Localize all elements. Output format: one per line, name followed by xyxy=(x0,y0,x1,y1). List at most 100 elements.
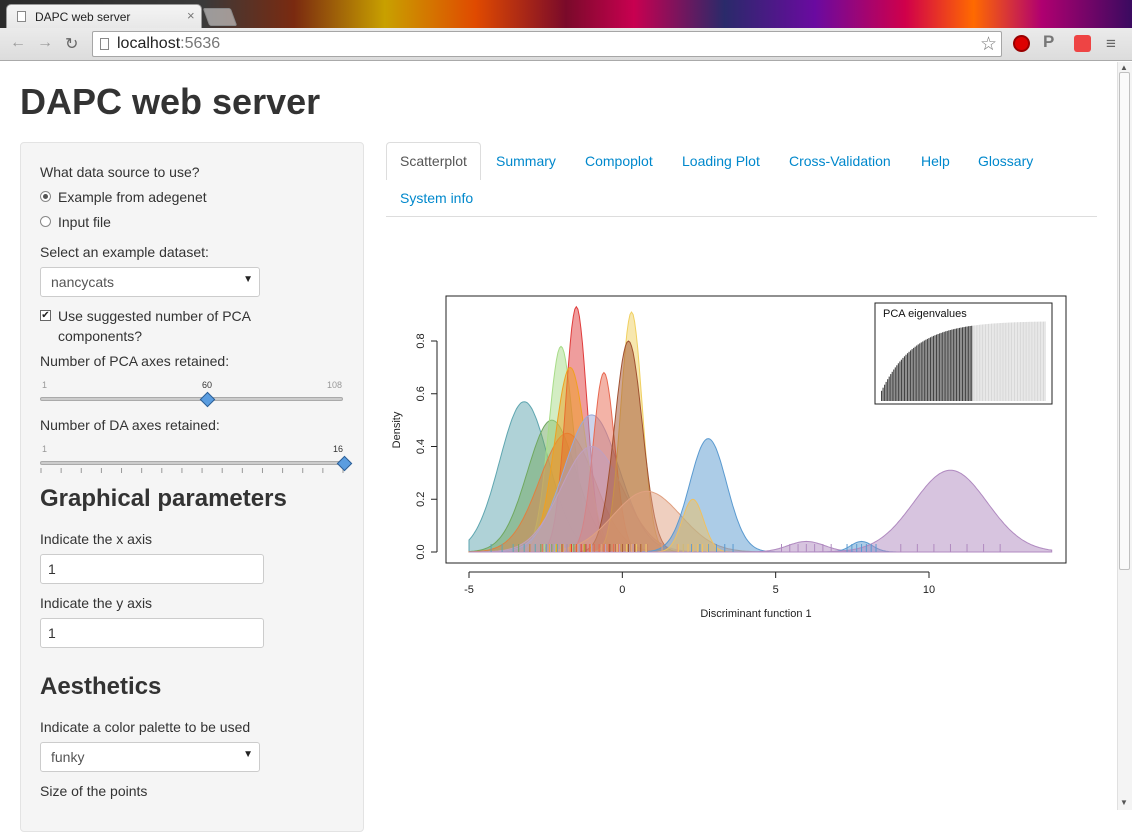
radio-input-file[interactable] xyxy=(40,216,51,227)
eigenvalue-bar xyxy=(955,328,957,401)
eigenvalue-bar xyxy=(1015,322,1017,401)
eigenvalue-bar xyxy=(987,323,990,401)
eigenvalue-bar xyxy=(951,329,953,401)
eigenvalue-bar xyxy=(1000,323,1002,401)
dataset-select[interactable]: nancycats ▼ xyxy=(40,267,260,297)
eigenvalue-bar xyxy=(994,323,996,401)
eigenvalue-bar xyxy=(1027,321,1029,401)
eigenvalue-bar xyxy=(923,340,925,401)
eigenvalue-bar xyxy=(916,345,918,401)
address-bar[interactable]: localhost:5636 ☆ xyxy=(92,31,1002,57)
eigenvalue-bar xyxy=(957,328,959,401)
eigenvalue-bar xyxy=(906,353,909,401)
eigenvalue-bar xyxy=(1039,321,1042,401)
tab-help[interactable]: Help xyxy=(921,153,950,169)
x-axis-label: Indicate the x axis xyxy=(40,531,153,547)
radio-example[interactable] xyxy=(40,191,51,202)
suggest-pca-checkbox[interactable]: ✔ xyxy=(40,310,51,321)
eigenvalue-bar xyxy=(958,327,961,401)
eigenvalue-bar xyxy=(966,326,968,401)
browser-tab-strip: DAPC web server × xyxy=(0,0,1132,28)
eigenvalue-bar xyxy=(972,325,974,401)
pca-slider-track[interactable] xyxy=(40,397,343,401)
tab-summary[interactable]: Summary xyxy=(496,153,556,169)
scroll-up-icon[interactable]: ▲ xyxy=(1120,63,1128,72)
eigenvalue-bar xyxy=(1038,321,1040,401)
y-tick-label: 0.2 xyxy=(415,492,427,507)
eigenvalue-bar xyxy=(975,325,977,401)
scatterplot-chart: -5 0 5 10 Discriminant function 1 0.0 0.2 0.4 0.… xyxy=(391,295,1067,620)
tab-glossary[interactable]: Glossary xyxy=(978,153,1033,169)
eigenvalue-bar xyxy=(984,324,987,401)
eigenvalue-bar xyxy=(920,342,922,401)
chevron-down-icon: ▼ xyxy=(243,274,253,285)
eigenvalue-bar xyxy=(928,338,930,401)
dataset-label: Select an example dataset: xyxy=(40,244,209,260)
stop-extension-icon[interactable] xyxy=(1013,35,1030,52)
graphical-parameters-heading: Graphical parameters xyxy=(40,485,287,512)
y-axis-label: Indicate the y axis xyxy=(40,595,153,611)
eigenvalue-bar xyxy=(931,336,933,401)
tab-cross-validation[interactable]: Cross-Validation xyxy=(789,153,891,169)
eigenvalue-bar xyxy=(910,350,912,401)
palette-select[interactable]: funky ▼ xyxy=(40,742,260,772)
star-icon[interactable]: ☆ xyxy=(980,33,997,56)
eigenvalue-bar xyxy=(983,324,985,401)
pca-slider-min: 1 xyxy=(42,380,48,390)
eigenvalue-bar xyxy=(913,347,915,401)
inset-title: PCA eigenvalues xyxy=(883,308,967,320)
close-icon[interactable]: × xyxy=(187,8,195,23)
eigenvalue-bar xyxy=(1009,322,1011,401)
eigenvalue-bar xyxy=(971,325,973,401)
eigenvalue-bar xyxy=(1021,322,1023,401)
eigenvalue-bar xyxy=(963,327,965,401)
pca-axes-label: Number of PCA axes retained: xyxy=(40,353,230,369)
eigenvalue-bar xyxy=(908,351,910,401)
eigenvalue-bar xyxy=(1004,322,1006,401)
radio-input-file-label[interactable]: Input file xyxy=(58,214,111,230)
da-slider-track[interactable] xyxy=(40,461,343,465)
eigenvalue-bar xyxy=(998,323,1000,401)
eigenvalue-bar xyxy=(974,325,976,401)
eigenvalue-bar xyxy=(946,330,948,401)
scroll-down-icon[interactable]: ▼ xyxy=(1120,798,1128,807)
eigenvalue-bar xyxy=(992,323,994,401)
forward-icon[interactable]: → xyxy=(37,34,53,52)
browser-tab[interactable]: DAPC web server × xyxy=(6,4,202,28)
eigenvalue-bar xyxy=(885,381,887,401)
da-slider-max: 16 xyxy=(333,444,344,454)
new-tab-button[interactable] xyxy=(202,8,238,26)
p-extension-icon[interactable]: P xyxy=(1043,32,1060,51)
eigenvalue-bar xyxy=(991,323,993,401)
tab-scatterplot[interactable]: Scatterplot xyxy=(400,153,467,169)
eigenvalue-bar xyxy=(932,335,935,401)
eigenvalue-bar xyxy=(1012,322,1014,401)
da-slider-ticks xyxy=(40,468,344,473)
y-axis-input[interactable] xyxy=(40,618,264,648)
puzzle-extension-icon[interactable] xyxy=(1074,35,1091,52)
eigenvalue-bar xyxy=(943,331,945,401)
eigenvalue-bar xyxy=(1020,322,1022,401)
eigenvalue-bar xyxy=(884,384,886,401)
eigenvalue-bar xyxy=(977,325,979,401)
eigenvalue-bar xyxy=(1044,321,1046,401)
eigenvalue-bar xyxy=(949,330,951,401)
eigenvalue-bar xyxy=(1003,322,1005,401)
back-icon[interactable]: ← xyxy=(10,34,26,52)
radio-example-label[interactable]: Example from adegenet xyxy=(58,189,207,205)
reload-icon[interactable]: ↻ xyxy=(65,34,78,54)
suggest-pca-label-line2: components? xyxy=(58,328,143,344)
eigenvalue-bar xyxy=(1006,322,1008,401)
menu-icon[interactable]: ≡ xyxy=(1106,34,1116,54)
y-tick-label: 0.4 xyxy=(415,439,427,454)
page-title: DAPC web server xyxy=(20,81,321,122)
eigenvalue-bar xyxy=(890,374,892,401)
eigenvalue-bar xyxy=(894,367,896,401)
tab-loading-plot[interactable]: Loading Plot xyxy=(682,153,760,169)
eigenvalue-bar xyxy=(980,324,982,401)
eigenvalue-bar xyxy=(891,371,893,401)
tab-system-info[interactable]: System info xyxy=(400,190,473,206)
x-axis-input[interactable] xyxy=(40,554,264,584)
tab-compoplot[interactable]: Compoplot xyxy=(585,153,653,169)
scrollbar-thumb[interactable] xyxy=(1119,72,1130,570)
